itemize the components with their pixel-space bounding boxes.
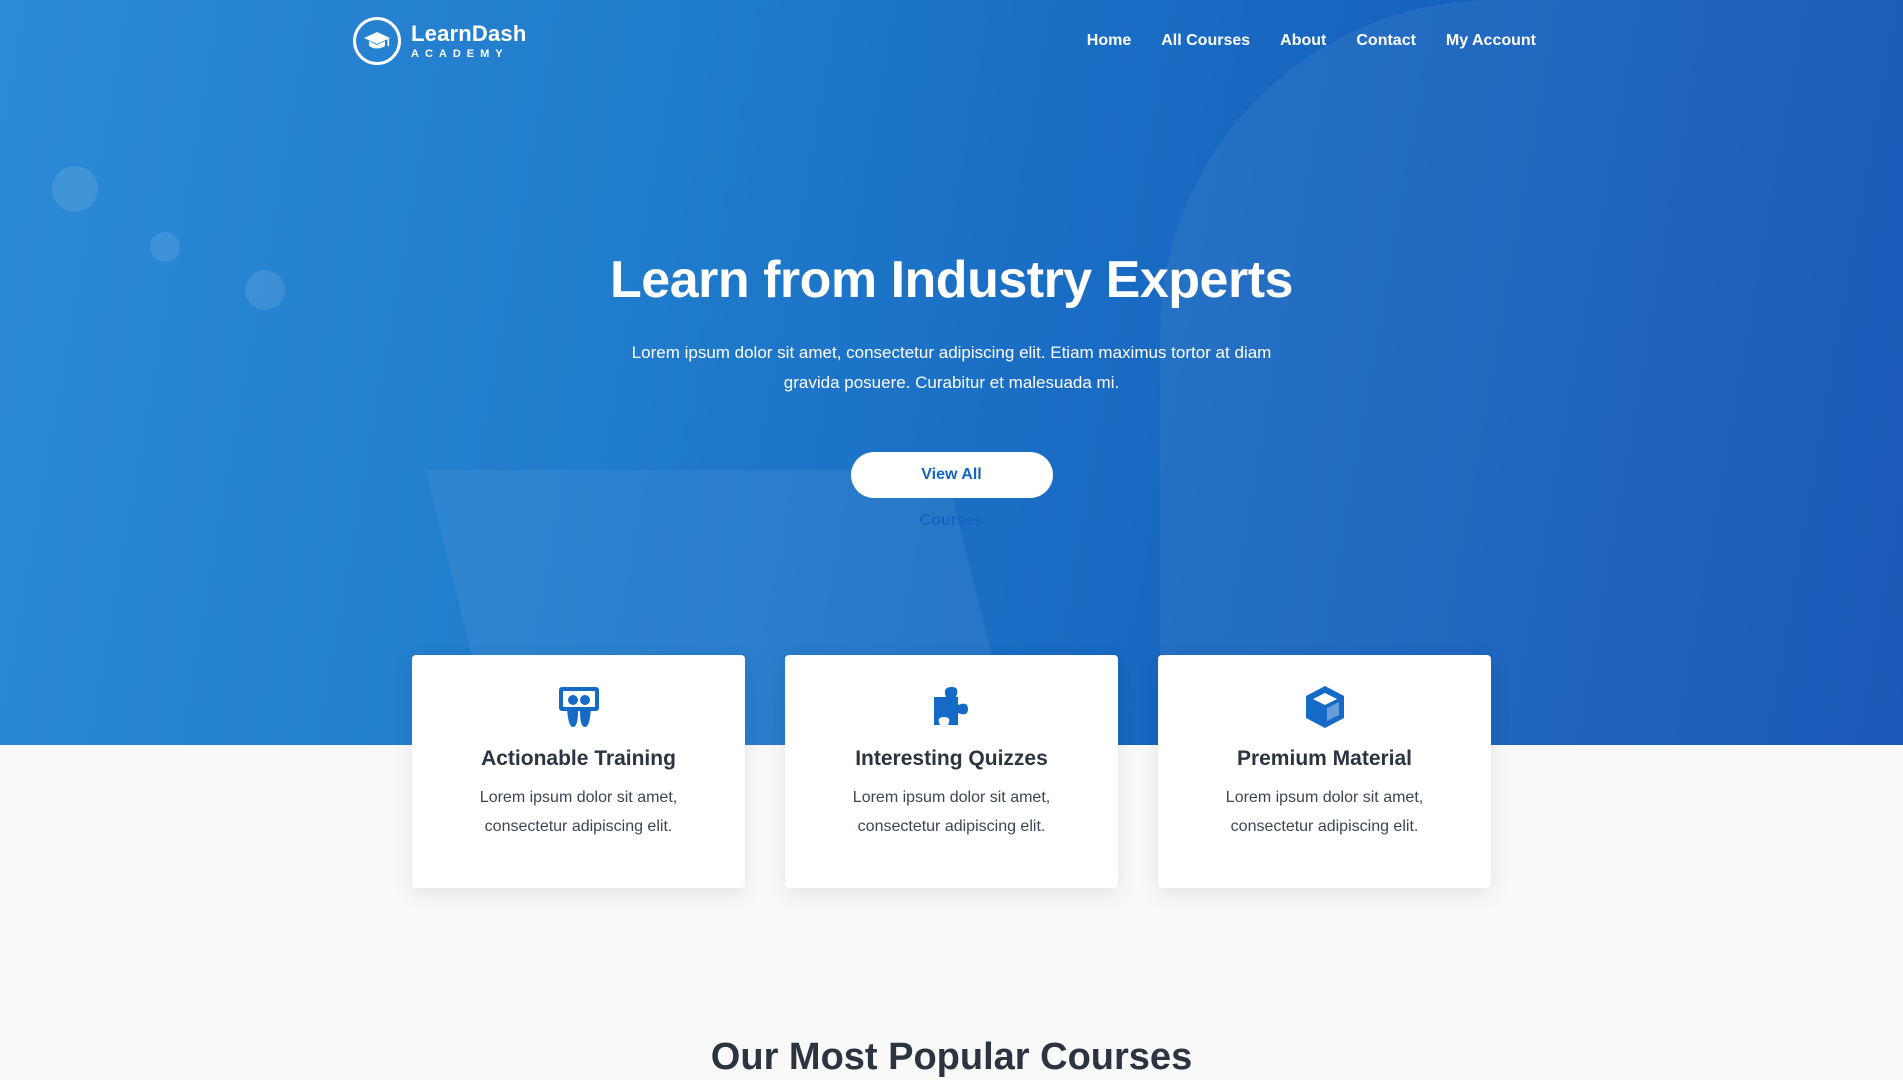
slideshare-icon [558, 687, 599, 727]
feature-text: Lorem ipsum dolor sit amet, consectetur … [1225, 789, 1424, 835]
popular-courses-title: Our Most Popular Courses [710, 1036, 1193, 1078]
graduation-cap-icon [353, 17, 401, 65]
feature-card: Premium Material Lorem ipsum dolor sit a… [1158, 655, 1491, 888]
main-nav: Home All Courses About Contact My Accoun… [1087, 32, 1536, 50]
site-header: LearnDash ACADEMY Home All Courses About… [0, 0, 1903, 86]
nav-my-account[interactable]: My Account [1446, 32, 1536, 50]
feature-title: Interesting Quizzes [855, 747, 1048, 770]
feature-text: Lorem ipsum dolor sit amet, consectetur … [479, 789, 678, 835]
cube-icon [1305, 686, 1344, 728]
bokeh-light [52, 166, 98, 212]
puzzle-icon [933, 687, 968, 725]
nav-about[interactable]: About [1280, 32, 1326, 50]
nav-home[interactable]: Home [1087, 32, 1131, 50]
logo[interactable]: LearnDash ACADEMY [353, 17, 527, 65]
feature-cards: Actionable Training Lorem ipsum dolor si… [412, 655, 1491, 888]
hero-description: Lorem ipsum dolor sit amet, consectetur … [631, 343, 1272, 392]
view-all-courses-button[interactable]: View All Courses [850, 452, 1053, 529]
feature-text: Lorem ipsum dolor sit amet, consectetur … [852, 789, 1051, 835]
feature-title: Actionable Training [481, 747, 676, 770]
nav-all-courses[interactable]: All Courses [1161, 32, 1250, 50]
logo-tagline: ACADEMY [411, 47, 509, 60]
nav-contact[interactable]: Contact [1356, 32, 1416, 50]
feature-title: Premium Material [1236, 747, 1413, 770]
hero-content: Learn from Industry Experts Lorem ipsum … [0, 250, 1903, 530]
hero-section: LearnDash ACADEMY Home All Courses About… [0, 0, 1903, 745]
hero-title: Learn from Industry Experts [610, 251, 1293, 309]
feature-card: Interesting Quizzes Lorem ipsum dolor si… [785, 655, 1118, 888]
logo-name: LearnDash [411, 20, 527, 46]
feature-card: Actionable Training Lorem ipsum dolor si… [412, 655, 745, 888]
